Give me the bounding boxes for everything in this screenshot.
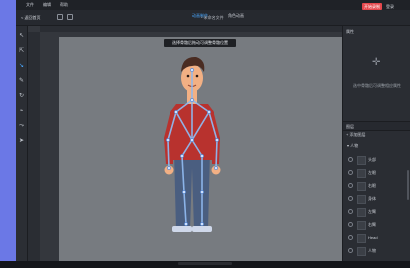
layer-label: 身体	[368, 196, 376, 201]
visibility-icon[interactable]	[348, 157, 353, 162]
layer-label: 人物	[368, 248, 376, 253]
properties-title: 属性	[346, 29, 354, 34]
visibility-icon[interactable]	[348, 235, 353, 240]
add-layer-button[interactable]: + 添加图层	[346, 132, 365, 138]
layers-title: 图层	[346, 124, 354, 129]
layer-item[interactable]: 右眼	[347, 179, 409, 192]
layer-label: 右臂	[368, 222, 376, 227]
layer-item[interactable]: 左臂	[347, 205, 409, 218]
layer-thumbnail	[357, 182, 366, 191]
layer-thumbnail	[357, 221, 366, 230]
layers-header: 图层	[343, 121, 410, 131]
visibility-icon[interactable]	[348, 183, 353, 188]
visibility-icon[interactable]	[348, 209, 353, 214]
visibility-icon[interactable]	[348, 196, 353, 201]
app-screen: 文件 编辑 帮助 开始录制 登录 < 返回首页 动画制作 角色动画 吸附 50%…	[16, 0, 410, 261]
layer-thumbnail	[357, 247, 366, 256]
properties-empty-note: 选中骨骼后可调整相应属性	[353, 83, 401, 88]
layer-group-person[interactable]: ▾ 人物	[347, 143, 358, 149]
layer-label: 左臂	[368, 209, 376, 214]
layer-thumbnail	[357, 195, 366, 204]
layer-group-label: 人物	[350, 143, 359, 148]
layer-thumbnail	[357, 169, 366, 178]
layers-scrollbar[interactable]	[407, 170, 409, 200]
visibility-icon[interactable]	[348, 222, 353, 227]
layer-label: 右眼	[368, 183, 376, 188]
layer-item[interactable]: 左眼	[347, 166, 409, 179]
layer-item[interactable]: 右臂	[347, 218, 409, 231]
layer-thumbnail	[357, 234, 366, 243]
visibility-icon[interactable]	[348, 170, 353, 175]
layer-label: Head	[368, 235, 378, 240]
layer-label: 头部	[368, 157, 376, 162]
layer-item[interactable]: Head	[347, 231, 409, 244]
layer-item[interactable]: 人物	[347, 244, 409, 257]
layer-item[interactable]: 身体	[347, 192, 409, 205]
crosshair-icon: ✛	[372, 57, 381, 68]
laptop-hinge	[178, 262, 232, 265]
visibility-icon[interactable]	[348, 248, 353, 253]
layer-thumbnail	[357, 156, 366, 165]
layer-item[interactable]: 头部	[347, 153, 409, 166]
right-panel: 属性 ✛ 选中骨骼后可调整相应属性 图层 + 添加图层 ▾ 人物 头部 左眼 右…	[342, 26, 410, 261]
layer-thumbnail	[357, 208, 366, 217]
canvas-tooltip: 选择骨骼后拖动可调整骨骼位置	[164, 39, 236, 47]
layer-label: 左眼	[368, 170, 376, 175]
